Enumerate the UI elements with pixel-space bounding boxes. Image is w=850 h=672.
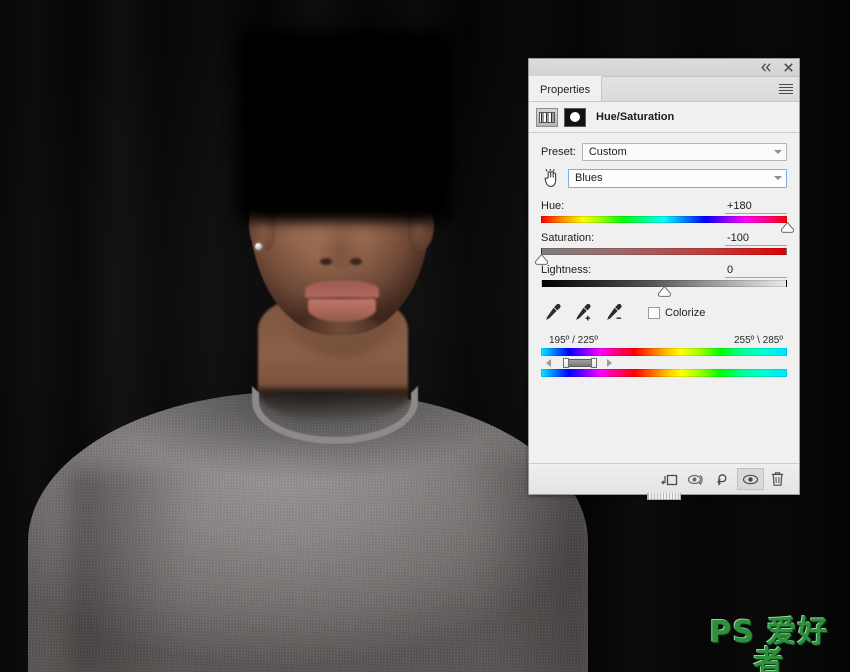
color-range-right-value[interactable]: 255º \ 285º	[734, 335, 783, 346]
right-nostril	[350, 258, 362, 265]
eye-censor-bar	[238, 30, 453, 220]
watermark: PS 爱好者 www.psahz.com	[694, 618, 844, 672]
channel-select[interactable]: Blues	[568, 168, 787, 188]
preview-previous-state-button[interactable]	[683, 468, 710, 490]
saturation-slider-group: Saturation: -100	[535, 232, 787, 265]
lightness-value-input[interactable]: 0	[725, 264, 787, 278]
clip-to-layer-button[interactable]	[656, 468, 683, 490]
hue-saturation-thumbnail-icon[interactable]	[536, 107, 558, 127]
adjustment-header: Hue/Saturation	[529, 102, 799, 133]
preset-select-value: Custom	[588, 146, 627, 158]
saturation-slider-thumb[interactable]	[535, 254, 548, 265]
chin	[292, 315, 392, 361]
result-spectrum-bar	[541, 369, 787, 377]
eyedropper-icon[interactable]	[543, 303, 563, 323]
eyedropper-subtract-icon[interactable]	[605, 303, 625, 323]
hue-value-input[interactable]: +180	[725, 200, 787, 214]
colorize-checkbox[interactable]	[648, 307, 660, 319]
tab-properties[interactable]: Properties	[529, 76, 603, 101]
hue-slider-thumb[interactable]	[781, 222, 794, 233]
preset-select[interactable]: Custom	[581, 143, 787, 161]
range-end-handle[interactable]	[591, 358, 598, 368]
color-range-slider[interactable]	[541, 357, 787, 368]
delete-adjustment-button[interactable]	[764, 468, 791, 490]
range-fade-left-handle[interactable]	[545, 359, 551, 367]
hue-gradient-bar	[541, 216, 787, 223]
panel-titlebar	[529, 59, 799, 77]
watermark-title: PS 爱好者	[709, 615, 829, 672]
color-range-labels: 195º / 225º 255º \ 285º	[541, 335, 787, 348]
on-image-adjustment-hand-icon[interactable]	[541, 168, 561, 188]
colorize-checkbox-row[interactable]: Colorize	[648, 307, 705, 319]
hue-slider-track[interactable]	[541, 216, 794, 233]
properties-panel: Properties Hue/Saturation Preset: Custom	[528, 58, 800, 500]
lightness-slider-track[interactable]	[541, 280, 787, 297]
preset-label: Preset:	[541, 146, 576, 158]
close-panel-button[interactable]	[782, 62, 794, 74]
saturation-value-input[interactable]: -100	[725, 232, 787, 246]
eyedropper-add-icon[interactable]	[574, 303, 594, 323]
chevron-down-icon	[774, 176, 782, 180]
saturation-gradient-bar	[541, 248, 787, 255]
color-range-section: 195º / 225º 255º \ 285º	[541, 335, 787, 377]
source-spectrum-bar	[541, 348, 787, 356]
left-nostril	[320, 258, 332, 265]
saturation-slider-track[interactable]	[535, 248, 787, 265]
range-fade-right-handle[interactable]	[607, 359, 613, 367]
channel-select-value: Blues	[575, 172, 603, 184]
toggle-visibility-button[interactable]	[737, 468, 764, 490]
color-range-left-value[interactable]: 195º / 225º	[549, 335, 598, 346]
lightness-slider-thumb[interactable]	[658, 286, 671, 297]
hue-slider-group: Hue: +180	[541, 200, 794, 233]
lightness-slider-group: Lightness: 0	[541, 264, 787, 297]
page-title: Hue/Saturation	[596, 111, 675, 123]
reset-button[interactable]	[710, 468, 737, 490]
panel-tabbar: Properties	[529, 76, 799, 102]
panel-footer	[529, 463, 799, 494]
tools-row: Colorize	[543, 303, 787, 323]
channel-row: Blues	[541, 168, 787, 188]
saturation-label: Saturation:	[541, 232, 595, 244]
hue-label: Hue:	[541, 200, 565, 212]
lightness-label: Lightness:	[541, 264, 592, 276]
range-start-handle[interactable]	[563, 358, 570, 368]
colorize-label: Colorize	[665, 307, 706, 319]
mouth-line	[305, 297, 379, 299]
panel-menu-icon[interactable]	[779, 82, 793, 96]
chevron-down-icon	[774, 150, 782, 154]
tab-properties-label: Properties	[540, 83, 591, 96]
preset-row: Preset: Custom	[541, 143, 787, 161]
panel-resize-grip[interactable]	[647, 493, 681, 500]
panel-body: Preset: Custom Blues Hue: +180 Saturatio…	[529, 133, 799, 377]
earring	[255, 243, 262, 250]
layer-mask-icon[interactable]	[564, 107, 586, 127]
collapse-panel-button[interactable]	[760, 62, 772, 74]
